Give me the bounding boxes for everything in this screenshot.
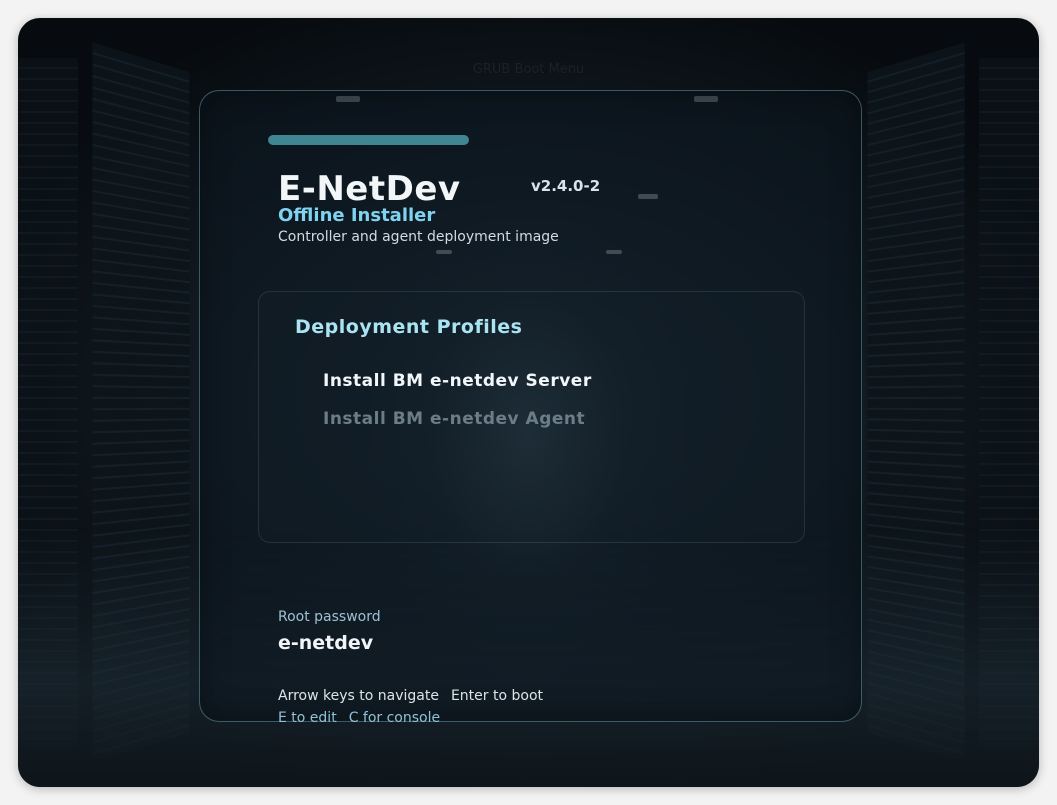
- subtitle: Offline Installer: [278, 205, 436, 226]
- profiles-menu: Deployment Profiles Install BM e-netdev …: [258, 291, 805, 543]
- root-password-value: e-netdev: [278, 632, 374, 654]
- hint-boot: Enter to boot: [450, 688, 543, 704]
- app-title: E-NetDev: [278, 169, 461, 209]
- hint-edit: E to edit: [278, 710, 337, 726]
- tagline: Controller and agent deployment image: [278, 229, 559, 245]
- version-label: v2.4.0-2: [531, 177, 601, 195]
- hint-navigate: Arrow keys to navigate: [278, 688, 439, 704]
- profiles-heading: Deployment Profiles: [295, 316, 523, 338]
- menu-title: GRUB Boot Menu: [472, 62, 585, 77]
- menu-item-install-agent[interactable]: Install BM e-netdev Agent: [323, 409, 585, 429]
- installer-panel: E-NetDev v2.4.0-2 Offline Installer Cont…: [199, 90, 862, 726]
- boot-screen: GRUB Boot Menu E-NetDev v2.4.0-2 Offline…: [18, 18, 1039, 787]
- menu-item-install-server[interactable]: Install BM e-netdev Server: [323, 371, 592, 391]
- hint-line-primary: Arrow keys to navigate Enter to boot: [278, 688, 543, 704]
- accent-bar: [268, 135, 469, 145]
- hint-line-secondary: E to edit C for console: [278, 710, 440, 726]
- hint-console: C for console: [348, 710, 441, 726]
- root-password-label: Root password: [278, 609, 381, 625]
